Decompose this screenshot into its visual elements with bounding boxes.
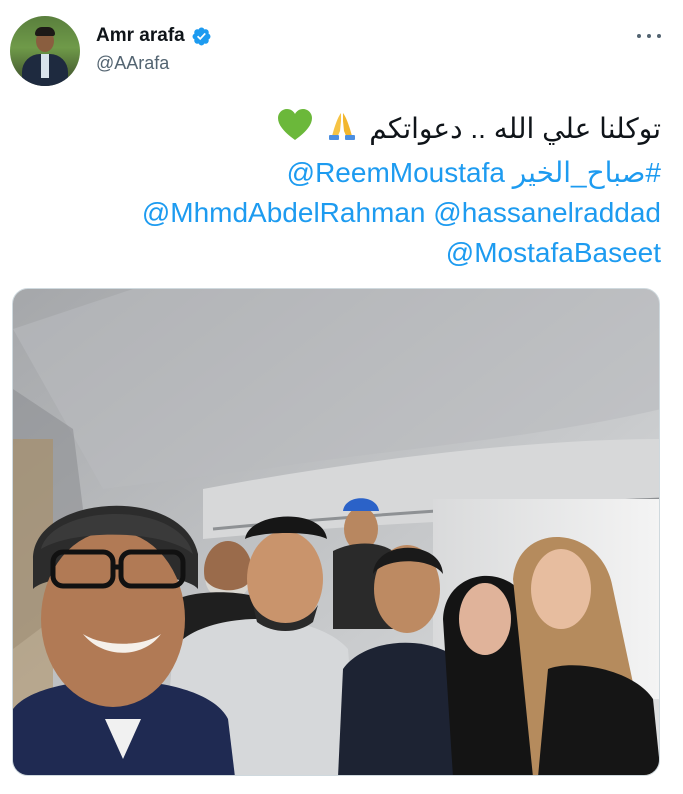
avatar-shirt bbox=[41, 54, 49, 78]
tweet-photo[interactable] bbox=[12, 288, 660, 776]
verified-badge-icon bbox=[192, 27, 211, 45]
folded-hands-emoji-icon bbox=[325, 109, 359, 152]
mention-link[interactable]: @hassanelraddad bbox=[433, 197, 661, 228]
more-dot-icon bbox=[657, 34, 661, 38]
author-name-row: Amr arafa bbox=[96, 25, 212, 47]
author-handle[interactable]: @AArafa bbox=[96, 53, 169, 74]
tweet-arabic-text: توكلنا علي الله .. دعواتكم bbox=[369, 112, 661, 144]
tweet-header: Amr arafa @AArafa bbox=[0, 0, 683, 100]
avatar-hair bbox=[35, 27, 55, 36]
tweet-text: توكلنا علي الله .. دعواتكم #صباح_الخير @… bbox=[31, 108, 661, 273]
author-display-name[interactable]: Amr arafa bbox=[96, 25, 185, 47]
tweet-line-1: توكلنا علي الله .. دعواتكم bbox=[31, 108, 661, 153]
mention-link[interactable]: @ReemMoustafa bbox=[287, 157, 505, 188]
mention-link[interactable]: @MhmdAbdelRahman bbox=[142, 197, 426, 228]
more-options-button[interactable] bbox=[637, 28, 661, 44]
mention-link[interactable]: @MostafaBaseet bbox=[446, 237, 661, 268]
hashtag-link[interactable]: #صباح_الخير bbox=[513, 157, 661, 188]
green-heart-emoji-icon bbox=[276, 108, 314, 153]
author-avatar[interactable] bbox=[10, 16, 80, 86]
more-dot-icon bbox=[637, 34, 641, 38]
tweet-line-3: @MhmdAbdelRahman @hassanelraddad bbox=[31, 193, 661, 233]
tweet-line-2: #صباح_الخير @ReemMoustafa bbox=[31, 153, 661, 193]
tweet-line-4: @MostafaBaseet bbox=[31, 233, 661, 273]
group-selfie-photo bbox=[13, 289, 659, 775]
more-dot-icon bbox=[647, 34, 651, 38]
